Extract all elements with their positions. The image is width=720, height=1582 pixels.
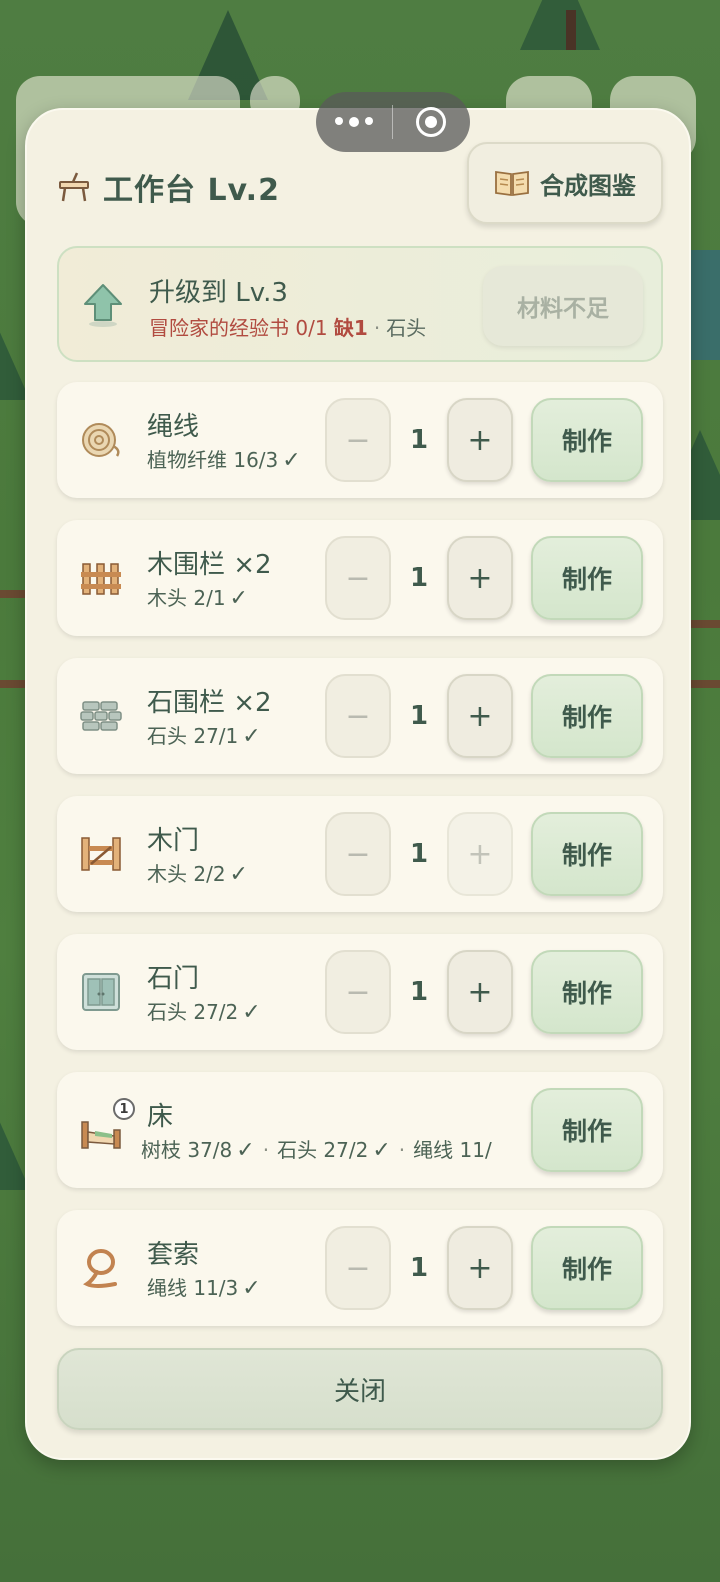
req-next-item: 石头 [386, 316, 427, 340]
quantity-minus-button[interactable]: − [325, 1226, 391, 1310]
check-icon: ✓ [372, 1138, 391, 1163]
quantity-minus-button[interactable]: − [325, 674, 391, 758]
panel-header: 工作台 Lv.2 [57, 165, 280, 209]
upgrade-card: 升级到 Lv.3 冒险家的经验书 0/1 缺1 · 石头 材料不足 [57, 246, 663, 362]
unread-badge: 1 [113, 1098, 135, 1120]
quantity-value: 1 [409, 977, 429, 1007]
separator: · [262, 1138, 270, 1162]
quantity-minus-button[interactable]: − [325, 398, 391, 482]
workbench-panel: 工作台 Lv.2 合成图鉴 升级到 Lv.3 冒险家的经验书 0/1 缺1 · 石头… [25, 108, 691, 1460]
check-icon: ✓ [242, 724, 261, 749]
miniprogram-capsule [316, 92, 470, 152]
upgrade-arrow-icon [84, 284, 122, 327]
req-missing-tag: 缺1 [333, 316, 368, 340]
material-text: 石头 27/2 [277, 1138, 369, 1162]
quantity-value: 1 [409, 839, 429, 869]
recipe-row-wood-fence: 木围栏 ×2 木头 2/1 ✓ − 1 + 制作 [57, 520, 663, 636]
fence [0, 590, 28, 598]
tree [520, 0, 600, 50]
crafting-guide-button[interactable]: 合成图鉴 [467, 142, 663, 224]
workbench-icon [59, 172, 89, 202]
quantity-value: 1 [409, 1253, 429, 1283]
stone-door-icon [82, 973, 120, 1011]
check-icon: ✓ [229, 586, 248, 611]
quantity-plus-button[interactable]: + [447, 1226, 513, 1310]
req-missing-item: 冒险家的经验书 0/1 [149, 316, 328, 340]
quantity-plus-button[interactable]: + [447, 398, 513, 482]
crafting-guide-label: 合成图鉴 [540, 171, 636, 200]
more-dots-icon[interactable] [316, 117, 392, 127]
check-icon: ✓ [236, 1138, 255, 1163]
quantity-minus-button[interactable]: − [325, 536, 391, 620]
recipe-row-bed: 1 床 树枝 37/8 ✓ · 石头 27/2 ✓ · 绳线 11/ 制作 [57, 1072, 663, 1188]
upgrade-requirements: 冒险家的经验书 0/1 缺1 · 石头 [149, 312, 461, 341]
craft-button[interactable]: 制作 [531, 398, 643, 482]
recipe-row-rope: 绳线 植物纤维 16/3 ✓ − 1 + 制作 [57, 382, 663, 498]
tree-trunk [566, 10, 576, 50]
recipe-row-stone-door: 石门 石头 27/2 ✓ − 1 + 制作 [57, 934, 663, 1050]
recipe-name: 木门 [147, 826, 200, 856]
craft-button[interactable]: 制作 [531, 674, 643, 758]
recipe-materials: 绳线 11/3 ✓ [147, 1272, 309, 1301]
craft-button[interactable]: 制作 [531, 536, 643, 620]
miniprogram-close-icon[interactable] [393, 107, 469, 137]
upgrade-title: 升级到 Lv.3 [149, 278, 288, 308]
recipe-name: 木围栏 ×2 [147, 550, 272, 580]
recipe-name: 床 [147, 1102, 174, 1132]
book-icon [495, 170, 529, 197]
craft-button[interactable]: 制作 [531, 1226, 643, 1310]
quantity-value: 1 [409, 425, 429, 455]
material-text: 木头 2/1 [147, 586, 226, 610]
check-icon: ✓ [282, 448, 301, 473]
close-button[interactable]: 关闭 [57, 1348, 663, 1430]
quantity-value: 1 [409, 701, 429, 731]
craft-button[interactable]: 制作 [531, 1088, 643, 1172]
separator: · [398, 1138, 406, 1162]
quantity-plus-button[interactable]: + [447, 812, 513, 896]
recipe-row-wood-gate: 木门 木头 2/2 ✓ − 1 + 制作 [57, 796, 663, 912]
lasso-icon [83, 1249, 117, 1288]
recipe-row-stone-fence: 石围栏 ×2 石头 27/1 ✓ − 1 + 制作 [57, 658, 663, 774]
recipe-materials: 木头 2/2 ✓ [147, 858, 309, 887]
material-text: 绳线 11/ [413, 1138, 492, 1162]
recipe-name: 套索 [147, 1240, 200, 1270]
craft-button[interactable]: 制作 [531, 950, 643, 1034]
recipe-materials: 石头 27/1 ✓ [147, 720, 309, 749]
quantity-plus-button[interactable]: + [447, 674, 513, 758]
quantity-plus-button[interactable]: + [447, 536, 513, 620]
recipe-name: 绳线 [147, 412, 200, 442]
recipe-materials: 植物纤维 16/3 ✓ [147, 444, 309, 473]
quantity-minus-button[interactable]: − [325, 950, 391, 1034]
recipe-name: 石围栏 ×2 [147, 688, 272, 718]
fence [690, 620, 720, 628]
wood-gate-icon [81, 837, 121, 871]
material-text: 树枝 37/8 [141, 1138, 233, 1162]
recipe-materials: 木头 2/1 ✓ [147, 582, 309, 611]
quantity-value: 1 [409, 563, 429, 593]
recipe-materials: 石头 27/2 ✓ [147, 996, 309, 1025]
fence [690, 680, 720, 688]
page-title: 工作台 Lv.2 [103, 173, 280, 208]
material-text: 石头 27/1 [147, 724, 239, 748]
wood-fence-icon [81, 563, 121, 595]
quantity-plus-button[interactable]: + [447, 950, 513, 1034]
craft-button[interactable]: 制作 [531, 812, 643, 896]
req-separator: · [373, 316, 381, 340]
check-icon: ✓ [229, 862, 248, 887]
rope-coil-icon [82, 423, 120, 457]
material-text: 绳线 11/3 [147, 1276, 239, 1300]
check-icon: ✓ [242, 1276, 261, 1301]
fence [0, 680, 28, 688]
material-text: 植物纤维 16/3 [147, 448, 279, 472]
material-text: 木头 2/2 [147, 862, 226, 886]
material-text: 石头 27/2 [147, 1000, 239, 1024]
recipe-row-lasso: 套索 绳线 11/3 ✓ − 1 + 制作 [57, 1210, 663, 1326]
quantity-minus-button[interactable]: − [325, 812, 391, 896]
upgrade-button[interactable]: 材料不足 [483, 266, 643, 346]
check-icon: ✓ [242, 1000, 261, 1025]
recipe-name: 石门 [147, 964, 200, 994]
stone-fence-icon [80, 701, 122, 731]
recipe-materials: 树枝 37/8 ✓ · 石头 27/2 ✓ · 绳线 11/ [141, 1134, 509, 1163]
